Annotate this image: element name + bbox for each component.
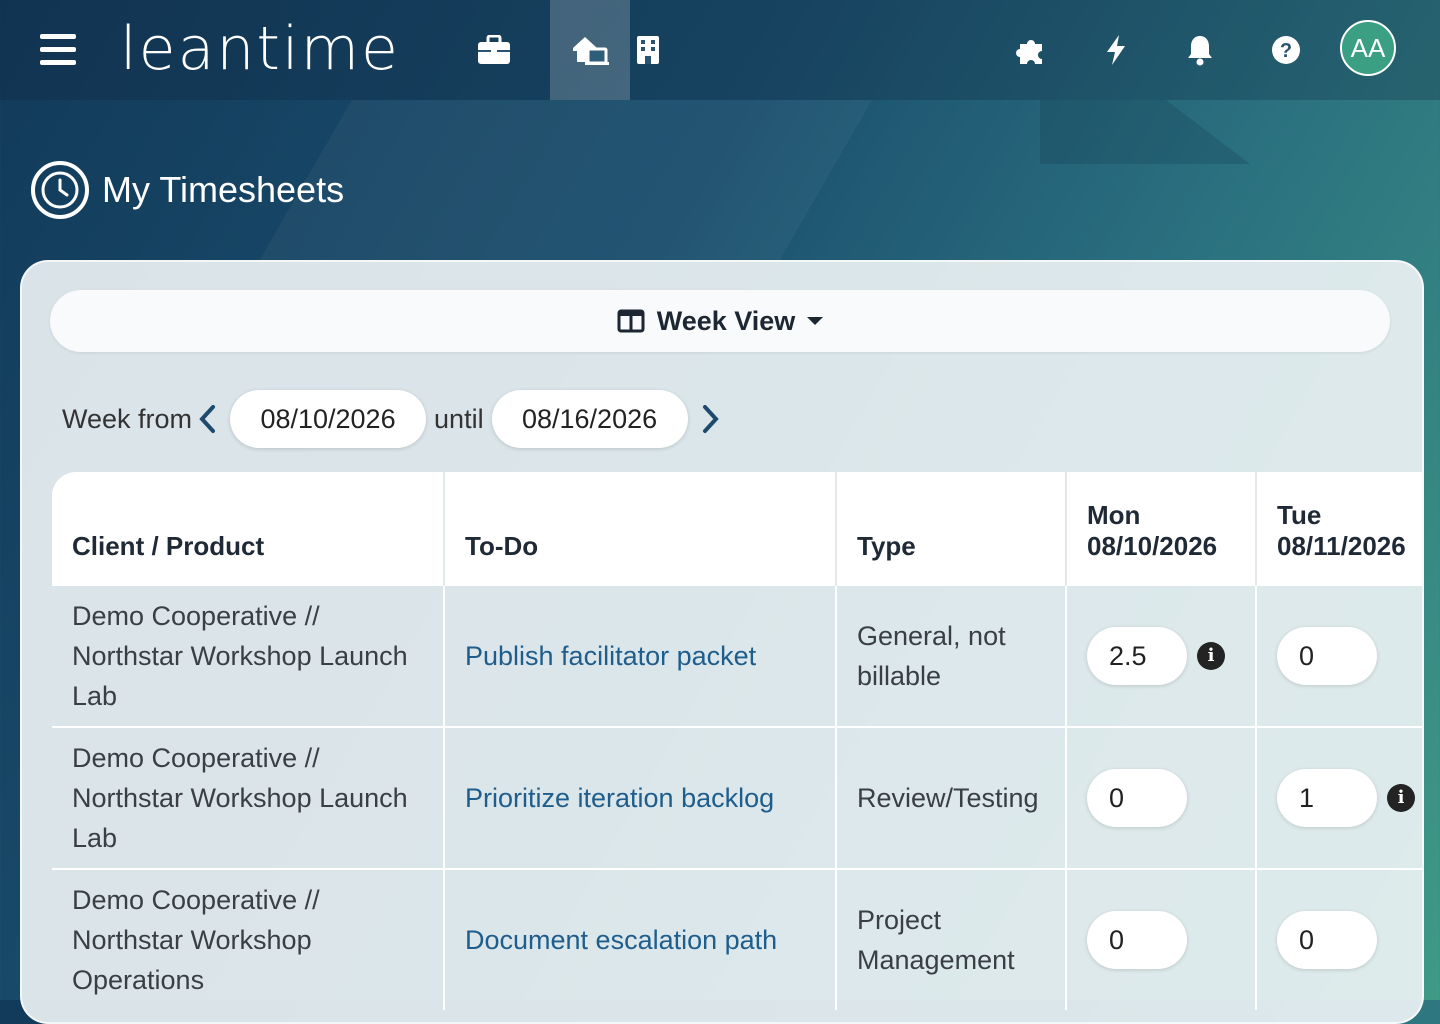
table-row: Demo Cooperative // Northstar Workshop L… xyxy=(52,584,1422,727)
page-header: My Timesheets xyxy=(30,160,344,220)
svg-text:?: ? xyxy=(1280,40,1292,62)
hours-input-tue[interactable]: 1 xyxy=(1277,769,1377,827)
type-cell: Project Management xyxy=(836,868,1067,1010)
header-mon: Mon 08/10/2026 xyxy=(1066,472,1257,585)
week-view-dropdown[interactable]: Week View xyxy=(50,290,1390,352)
building-icon[interactable] xyxy=(608,0,688,100)
hours-input-mon[interactable]: 2.5 xyxy=(1087,627,1187,685)
tue-cell: 0 xyxy=(1256,584,1422,727)
hours-input-mon[interactable]: 0 xyxy=(1087,769,1187,827)
hours-input-tue[interactable]: 0 xyxy=(1277,911,1377,969)
mon-cell: 0 xyxy=(1066,868,1257,1010)
timesheet-panel: Week View Week from 08/10/2026 until 08/… xyxy=(20,260,1424,1024)
hours-input-mon[interactable]: 0 xyxy=(1087,911,1187,969)
header-todo: To-Do xyxy=(444,472,837,585)
bell-icon[interactable] xyxy=(1160,0,1240,100)
tue-cell: 0 xyxy=(1256,868,1422,1010)
table-row: Demo Cooperative // Northstar Workshop L… xyxy=(52,726,1422,869)
todo-link[interactable]: Publish facilitator packet xyxy=(444,584,837,727)
table-header-row: Client / Product To-Do Type Mon 08/10/202… xyxy=(52,472,1422,585)
briefcase-icon[interactable] xyxy=(454,0,534,100)
until-label: until xyxy=(434,403,484,434)
top-bar: leantime ? AA xyxy=(0,0,1440,100)
header-mon-day: Mon xyxy=(1087,500,1141,530)
type-cell: General, not billable xyxy=(836,584,1067,727)
client-cell: Demo Cooperative // Northstar Workshop L… xyxy=(52,726,445,869)
header-client: Client / Product xyxy=(52,472,445,585)
week-until-input[interactable]: 08/16/2026 xyxy=(491,390,688,448)
table-row: Demo Cooperative // Northstar Workshop O… xyxy=(52,868,1422,1010)
page-title: My Timesheets xyxy=(102,169,345,210)
hours-input-tue[interactable]: 0 xyxy=(1277,627,1377,685)
week-from-input[interactable]: 08/10/2026 xyxy=(230,390,427,448)
clock-icon xyxy=(31,161,89,219)
todo-link[interactable]: Document escalation path xyxy=(444,868,837,1010)
header-mon-date: 08/10/2026 xyxy=(1087,531,1218,561)
header-tue-date: 08/11/2026 xyxy=(1277,531,1406,561)
menu-icon[interactable] xyxy=(40,34,76,66)
columns-icon xyxy=(617,309,645,333)
mon-cell: 0 xyxy=(1066,726,1257,869)
client-cell: Demo Cooperative // Northstar Workshop O… xyxy=(52,868,445,1010)
info-icon[interactable]: i xyxy=(1197,642,1225,670)
info-icon[interactable]: i xyxy=(1387,784,1415,812)
tue-cell: 1i xyxy=(1256,726,1422,869)
chevron-right-icon[interactable] xyxy=(702,404,720,434)
client-cell: Demo Cooperative // Northstar Workshop L… xyxy=(52,584,445,727)
chevron-left-icon[interactable] xyxy=(198,404,216,434)
timesheet-table: Client / Product To-Do Type Mon 08/10/202… xyxy=(52,472,1422,1010)
puzzle-icon[interactable] xyxy=(992,0,1072,100)
week-from-label: Week from xyxy=(62,403,193,434)
background-shape-2 xyxy=(1040,100,1250,164)
header-tue-day: Tue xyxy=(1277,500,1322,530)
lightning-icon[interactable] xyxy=(1076,0,1156,100)
caret-down-icon xyxy=(807,317,824,325)
avatar[interactable]: AA xyxy=(1340,20,1396,76)
header-tue: Tue 08/11/2026 xyxy=(1256,472,1422,585)
mon-cell: 2.5 i xyxy=(1066,584,1257,727)
todo-link[interactable]: Prioritize iteration backlog xyxy=(444,726,837,869)
help-icon[interactable]: ? xyxy=(1246,0,1326,100)
type-cell: Review/Testing xyxy=(836,726,1067,869)
header-type: Type xyxy=(836,472,1067,585)
week-range: Week from 08/10/2026 until 08/16/2026 xyxy=(62,390,726,448)
week-view-label: Week View xyxy=(656,305,796,336)
logo: leantime xyxy=(120,14,400,84)
